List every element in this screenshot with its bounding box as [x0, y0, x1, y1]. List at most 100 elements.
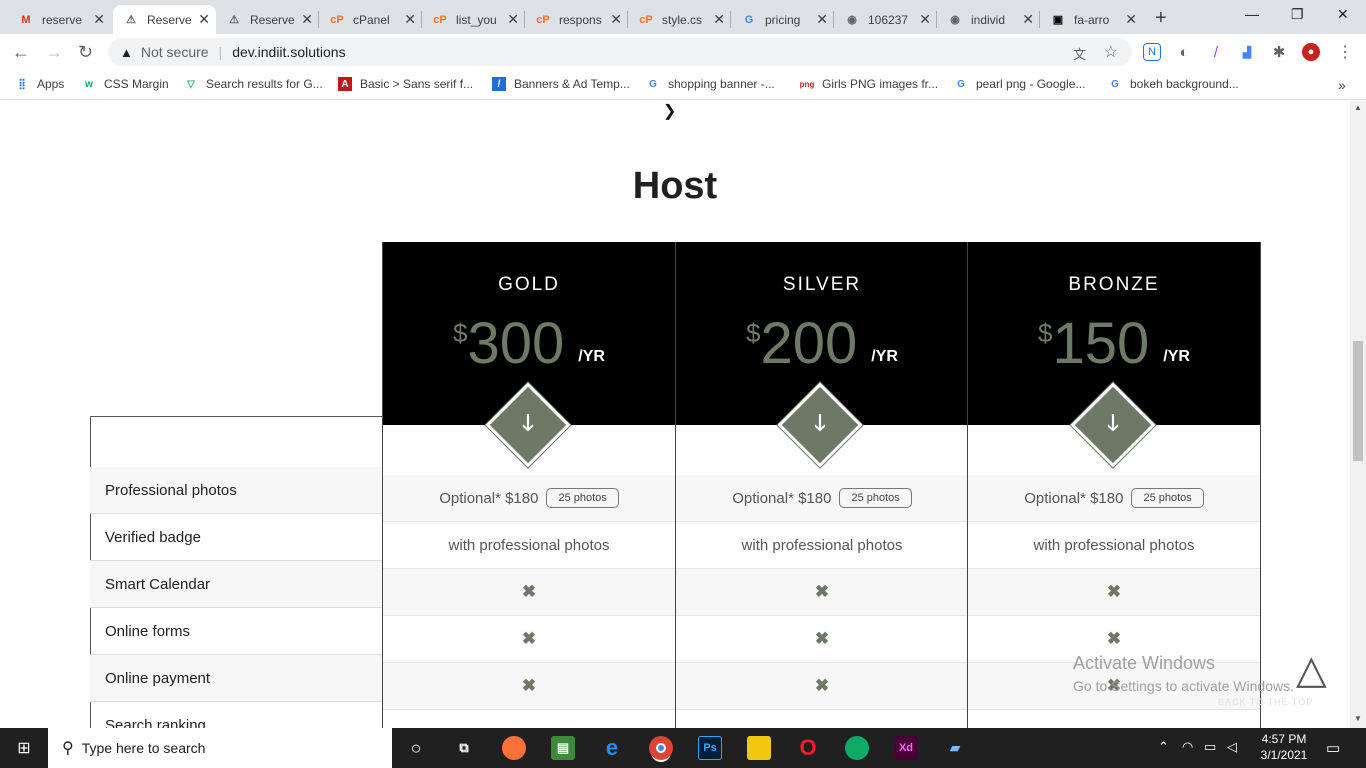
task-view-icon[interactable]: ⧉ [452, 736, 476, 760]
profile-avatar[interactable]: ● [1302, 43, 1320, 61]
photo-count-badge[interactable]: 25 photos [1131, 488, 1204, 508]
tab-10[interactable]: ▣ fa-arro ✕ [1040, 5, 1143, 34]
url-text[interactable]: dev.indiit.solutions [232, 44, 345, 60]
fontawesome-icon: ▣ [1052, 14, 1064, 26]
volume-icon[interactable]: ◁ [1227, 739, 1237, 755]
close-icon[interactable]: ✕ [610, 11, 622, 28]
warning-triangle-icon[interactable]: ▲ [120, 45, 133, 60]
tab-7[interactable]: Gpricing ✕ [731, 5, 834, 34]
extension-pen-icon[interactable]: / [1207, 43, 1225, 61]
tray-chevron-up-icon[interactable]: ⌃ [1158, 739, 1169, 755]
tab-6[interactable]: cP style.cs ✕ [628, 5, 731, 34]
restore-icon[interactable]: ❐ [1291, 6, 1304, 23]
battery-icon[interactable]: ▭ [1204, 739, 1216, 755]
tab-title: reserve [42, 12, 83, 27]
feature-label: Search ranking [90, 702, 383, 729]
windows-start-icon[interactable]: ⊞ [0, 728, 48, 768]
translate-icon[interactable]: 文 [1073, 44, 1086, 63]
address-bar[interactable]: ▲ Not secure | dev.indiit.solutions 文 ☆ [108, 38, 1132, 66]
window-close-icon[interactable]: ✕ [1337, 6, 1349, 23]
bookmark-basic-sans[interactable]: A Basic > Sans serif f... [338, 77, 473, 91]
file-explorer-icon[interactable] [747, 736, 771, 760]
adobe-xd-icon[interactable]: Xd [894, 736, 918, 760]
remote-desktop-icon[interactable]: ▰ [943, 736, 967, 760]
cell-text: Optional* $180 [732, 489, 832, 507]
extension-n-icon[interactable]: N [1143, 43, 1161, 61]
extension-chart-icon[interactable]: ▟ [1238, 43, 1256, 61]
system-clock[interactable]: 4:57 PM 3/1/2021 [1252, 731, 1316, 763]
menu-kebab-icon[interactable]: ⋮ [1336, 43, 1354, 61]
bookmark-banners[interactable]: / Banners & Ad Temp... [492, 77, 630, 91]
photoshop-icon[interactable]: Ps [698, 736, 722, 760]
back-to-top-label[interactable]: BACK TO THE TOP [1218, 697, 1313, 707]
scrollbar-thumb[interactable] [1353, 341, 1363, 461]
chevron-down-icon[interactable]: ❯ [663, 101, 676, 121]
minimize-icon[interactable]: — [1245, 6, 1259, 22]
extensions-puzzle-icon[interactable]: ✱ [1270, 43, 1288, 61]
tab-5[interactable]: cP respons ✕ [525, 5, 628, 34]
vuetify-icon: ▽ [187, 78, 195, 90]
tab-title: style.cs [662, 12, 703, 27]
chrome-icon[interactable] [649, 736, 673, 760]
firefox-icon[interactable] [502, 736, 526, 760]
google-icon: G [649, 78, 657, 90]
close-icon[interactable]: ✕ [301, 11, 313, 28]
close-icon[interactable]: ✕ [816, 11, 828, 28]
close-icon[interactable]: ✕ [404, 11, 416, 28]
extension-circle-icon[interactable]: ◐ [1175, 43, 1193, 61]
close-icon[interactable]: ✕ [1022, 11, 1034, 28]
close-icon[interactable]: ✕ [1125, 11, 1137, 28]
back-arrow-icon[interactable]: ← [12, 42, 30, 63]
clock-time: 4:57 PM [1261, 732, 1307, 746]
photo-count-badge[interactable]: 25 photos [546, 488, 619, 508]
new-tab-plus-icon[interactable]: + [1155, 7, 1167, 30]
photo-count-badge[interactable]: 25 photos [839, 488, 912, 508]
cross-mark-icon: ✖ [1106, 582, 1122, 601]
feature-label: Professional photos [90, 467, 383, 514]
bookmark-search-results[interactable]: ▽ Search results for G... [184, 77, 323, 91]
internet-explorer-icon[interactable]: e [600, 735, 624, 760]
forward-arrow-icon[interactable]: → [45, 42, 63, 63]
back-to-top-triangle-icon[interactable]: △ [1296, 647, 1327, 693]
tab-4[interactable]: cP list_you ✕ [422, 5, 525, 34]
bookmark-bokeh[interactable]: Gbokeh background... [1108, 77, 1239, 91]
bookmark-girls-png[interactable]: png Girls PNG images fr... [800, 77, 938, 91]
network-icon[interactable]: ◠ [1182, 739, 1193, 755]
column-divider [675, 242, 676, 728]
close-icon[interactable]: ✕ [507, 11, 519, 28]
cortana-icon[interactable]: ○ [404, 736, 428, 760]
page-scrollbar[interactable]: ▲ ▼ [1350, 101, 1366, 728]
notifications-icon[interactable]: ▭ [1326, 739, 1340, 757]
bookmark-pearl-png[interactable]: Gpearl png - Google... [954, 77, 1085, 91]
price-amount: 150 [1052, 311, 1150, 376]
close-icon[interactable]: ✕ [919, 11, 931, 28]
tab-1[interactable]: ⚠ Reserve ✕ [113, 5, 216, 34]
bookmark-star-icon[interactable]: ☆ [1104, 42, 1118, 62]
bookmark-css-margin[interactable]: w CSS Margin [82, 77, 169, 91]
bookmark-shopping-banner[interactable]: Gshopping banner -... [646, 77, 775, 91]
bookmark-apps[interactable]: ⣿ Apps [15, 77, 64, 91]
spreadsheet-app-icon[interactable]: ▤ [551, 736, 575, 760]
scroll-down-arrow-icon[interactable]: ▼ [1354, 714, 1362, 723]
scroll-up-arrow-icon[interactable]: ▲ [1354, 103, 1362, 112]
tab-2[interactable]: ⚠ Reserve ✕ [216, 5, 319, 34]
cross-mark-icon: ✖ [521, 582, 537, 601]
security-label[interactable]: Not secure [141, 44, 209, 60]
tab-3[interactable]: cP cPanel ✕ [319, 5, 422, 34]
cpanel-icon: cP [536, 13, 550, 26]
close-icon[interactable]: ✕ [198, 11, 210, 28]
price-period: /YR [871, 348, 898, 365]
vuetify-icon: ⚠ [126, 14, 136, 26]
feature-cell: Optional* $180 25 photos [968, 475, 1260, 522]
close-icon[interactable]: ✕ [93, 11, 105, 28]
tab-9[interactable]: ◉ individ ✕ [937, 5, 1040, 34]
price-period: /YR [578, 348, 605, 365]
reload-icon[interactable]: ↻ [78, 42, 93, 63]
edge-icon[interactable] [845, 736, 869, 760]
tab-0[interactable]: Mreserve ✕ [8, 5, 111, 34]
bookmarks-overflow-button[interactable]: » [1338, 77, 1346, 93]
taskbar-search-box[interactable]: ⚲ Type here to search [48, 728, 392, 768]
tab-8[interactable]: ◉ 106237 ✕ [834, 5, 937, 34]
close-icon[interactable]: ✕ [713, 11, 725, 28]
opera-icon[interactable]: O [796, 735, 820, 760]
